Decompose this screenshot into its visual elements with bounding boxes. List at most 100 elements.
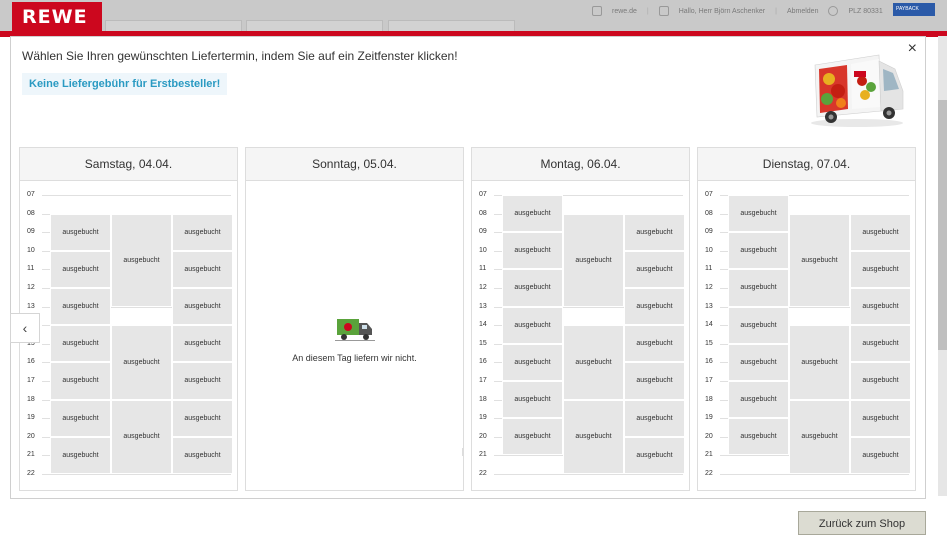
- hour-label: 11: [479, 265, 487, 273]
- time-slot[interactable]: ausgebucht: [172, 399, 233, 437]
- hour-label: 09: [705, 228, 713, 236]
- time-slot[interactable]: ausgebucht: [728, 418, 789, 456]
- time-slot[interactable]: ausgebucht: [502, 381, 563, 419]
- hour-label: 20: [479, 432, 487, 440]
- time-slot[interactable]: ausgebucht: [789, 213, 850, 307]
- hour-label: 12: [479, 284, 487, 291]
- day-column-sunday: Sonntag, 05.04. An diesem Tag liefern wi…: [245, 147, 464, 491]
- time-slot[interactable]: ausgebucht: [563, 325, 624, 400]
- hour-label: 16: [705, 358, 713, 366]
- no-delivery-message: An diesem Tag liefern wir nicht.: [292, 353, 417, 363]
- time-slot[interactable]: ausgebucht: [850, 325, 911, 363]
- time-slot[interactable]: ausgebucht: [728, 195, 789, 233]
- hour-label: 08: [27, 209, 35, 217]
- time-slot[interactable]: ausgebucht: [502, 232, 563, 270]
- time-slot[interactable]: ausgebucht: [789, 399, 850, 474]
- time-slot[interactable]: ausgebucht: [50, 325, 111, 363]
- hour-label: 19: [27, 414, 35, 422]
- hour-label: 14: [479, 321, 487, 329]
- hour-label: 12: [27, 284, 35, 291]
- promo-banner: Keine Liefergebühr für Erstbesteller!: [22, 73, 228, 95]
- time-slot[interactable]: ausgebucht: [850, 436, 911, 474]
- hour-label: 21: [479, 451, 487, 459]
- time-slot[interactable]: ausgebucht: [502, 306, 563, 344]
- hour-label: 15: [705, 339, 713, 347]
- time-slot[interactable]: ausgebucht: [728, 232, 789, 270]
- hour-label: 17: [705, 377, 713, 384]
- time-slot[interactable]: ausgebucht: [728, 381, 789, 419]
- time-slot[interactable]: ausgebucht: [172, 250, 233, 288]
- time-slot[interactable]: ausgebucht: [172, 436, 233, 474]
- hour-label: 16: [479, 358, 487, 366]
- hour-label: 07: [479, 191, 487, 198]
- time-slot[interactable]: ausgebucht: [563, 399, 624, 474]
- time-slot[interactable]: ausgebucht: [502, 269, 563, 307]
- delivery-truck-icon: [334, 319, 375, 341]
- chevron-left-icon: ‹: [22, 320, 28, 336]
- hour-gridline: [494, 474, 683, 475]
- time-slot[interactable]: ausgebucht: [624, 436, 685, 474]
- time-slot[interactable]: ausgebucht: [850, 250, 911, 288]
- time-slot[interactable]: ausgebucht: [624, 362, 685, 400]
- time-slot[interactable]: ausgebucht: [850, 399, 911, 437]
- hour-label: 13: [705, 302, 713, 310]
- time-slot[interactable]: ausgebucht: [50, 399, 111, 437]
- hour-label: 08: [479, 209, 487, 217]
- header-greeting[interactable]: Hallo, Herr Björn Aschenker: [679, 8, 765, 15]
- time-slot[interactable]: ausgebucht: [624, 325, 685, 363]
- time-slot[interactable]: ausgebucht: [50, 288, 111, 326]
- hour-label: 11: [705, 265, 713, 273]
- hour-gridline: [42, 195, 231, 196]
- page-scrollbar-thumb[interactable]: [938, 100, 947, 350]
- time-slot[interactable]: ausgebucht: [50, 213, 111, 251]
- hour-label: 20: [705, 432, 713, 440]
- time-slot[interactable]: ausgebucht: [50, 436, 111, 474]
- hour-label: 22: [479, 470, 487, 477]
- time-slot[interactable]: ausgebucht: [111, 399, 172, 474]
- hour-label: 17: [479, 377, 487, 384]
- hour-label: 22: [27, 470, 35, 477]
- home-icon[interactable]: [592, 6, 602, 16]
- day-header: Dienstag, 07.04.: [698, 148, 915, 181]
- time-slot[interactable]: ausgebucht: [850, 213, 911, 251]
- time-slot[interactable]: ausgebucht: [624, 250, 685, 288]
- back-to-shop-button[interactable]: Zurück zum Shop: [798, 511, 926, 535]
- time-slot[interactable]: ausgebucht: [111, 325, 172, 400]
- time-slot[interactable]: ausgebucht: [111, 213, 172, 307]
- close-icon[interactable]: ×: [908, 39, 917, 59]
- rewe-logo[interactable]: REWE: [12, 2, 102, 32]
- logout-link[interactable]: Abmelden: [787, 8, 819, 15]
- time-slot[interactable]: ausgebucht: [850, 288, 911, 326]
- time-slot[interactable]: ausgebucht: [624, 213, 685, 251]
- time-slot[interactable]: ausgebucht: [728, 269, 789, 307]
- hour-label: 20: [27, 432, 35, 440]
- day-header: Samstag, 04.04.: [20, 148, 237, 181]
- previous-days-button[interactable]: ‹: [10, 313, 40, 343]
- time-slot[interactable]: ausgebucht: [502, 343, 563, 381]
- hour-gridline: [42, 474, 231, 475]
- time-slot[interactable]: ausgebucht: [624, 399, 685, 437]
- time-slot[interactable]: ausgebucht: [624, 288, 685, 326]
- delivery-truck-image: [811, 54, 904, 127]
- payback-badge[interactable]: PAYBACK: [893, 3, 935, 16]
- time-slot[interactable]: ausgebucht: [172, 362, 233, 400]
- header-link-rewe[interactable]: rewe.de: [612, 8, 637, 15]
- time-slot[interactable]: ausgebucht: [50, 362, 111, 400]
- location-pin-icon: [828, 6, 839, 16]
- time-slot[interactable]: ausgebucht: [563, 213, 624, 307]
- time-slot[interactable]: ausgebucht: [172, 213, 233, 251]
- time-slot[interactable]: ausgebucht: [728, 306, 789, 344]
- hour-label: 22: [705, 470, 713, 477]
- time-slot[interactable]: ausgebucht: [728, 343, 789, 381]
- header-links: rewe.de | Hallo, Herr Björn Aschenker | …: [592, 4, 883, 18]
- time-slot[interactable]: ausgebucht: [502, 195, 563, 233]
- time-slot[interactable]: ausgebucht: [502, 418, 563, 456]
- hour-label: 12: [705, 284, 713, 291]
- time-slot[interactable]: ausgebucht: [789, 325, 850, 400]
- time-slot[interactable]: ausgebucht: [172, 325, 233, 363]
- time-slot[interactable]: ausgebucht: [850, 362, 911, 400]
- hour-label: 19: [479, 414, 487, 422]
- time-slot[interactable]: ausgebucht: [172, 288, 233, 326]
- time-slot[interactable]: ausgebucht: [50, 250, 111, 288]
- zip-code-link[interactable]: PLZ 80331: [848, 8, 882, 15]
